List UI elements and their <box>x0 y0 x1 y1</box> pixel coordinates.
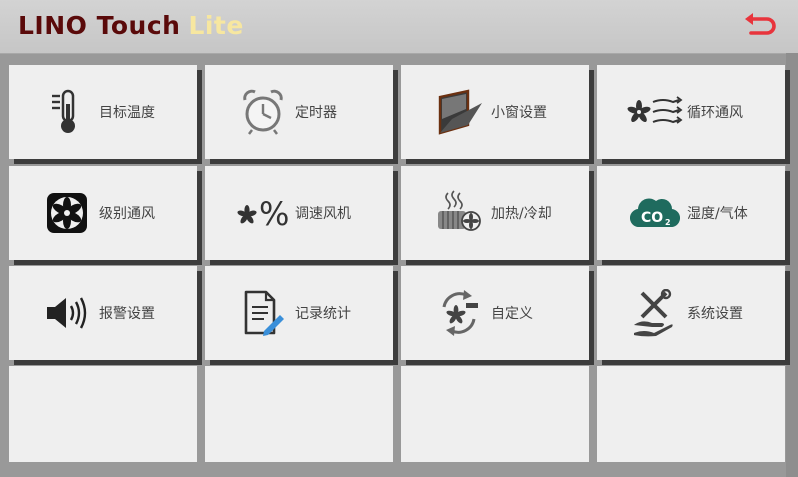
menu-item-label: 系统设置 <box>687 306 743 322</box>
menu-item-timer[interactable]: 定时器 <box>205 65 393 159</box>
back-arrow-icon <box>745 13 776 35</box>
menu-item-system-settings[interactable]: 系统设置 <box>597 266 785 360</box>
circulation-fan-icon <box>627 88 683 136</box>
co2-icon: CO 2 <box>627 189 683 237</box>
menu-item-label: 小窗设置 <box>491 105 547 121</box>
menu-item-variable-fan[interactable]: % 调速风机 <box>205 166 393 260</box>
menu-item-alarm-settings[interactable]: 报警设置 <box>9 266 197 360</box>
menu-item-label: 报警设置 <box>99 306 155 322</box>
tools-hand-icon <box>627 289 683 337</box>
menu-item-window-settings[interactable]: 小窗设置 <box>401 65 589 159</box>
back-button[interactable] <box>742 9 778 43</box>
menu-item-records-statistics[interactable]: 记录统计 <box>205 266 393 360</box>
empty-tile <box>205 366 393 462</box>
thermometer-icon <box>39 88 95 136</box>
brand-main: LINO Touch <box>18 11 181 40</box>
menu-item-label: 调速风机 <box>295 206 351 222</box>
svg-text:CO: CO <box>641 210 663 226</box>
window-icon <box>431 88 487 136</box>
menu-item-target-temperature[interactable]: 目标温度 <box>9 65 197 159</box>
svg-text:2: 2 <box>665 218 671 227</box>
menu-item-custom[interactable]: 自定义 <box>401 266 589 360</box>
menu-item-label: 湿度/气体 <box>687 206 748 222</box>
empty-tile <box>9 366 197 462</box>
heat-cool-icon <box>431 189 487 237</box>
scrollbar-track <box>786 53 798 477</box>
menu-item-heat-cool[interactable]: 加热/冷却 <box>401 166 589 260</box>
menu-item-label: 目标温度 <box>99 105 155 121</box>
menu-item-humidity-gas[interactable]: CO 2 湿度/气体 <box>597 166 785 260</box>
empty-tile <box>401 366 589 462</box>
svg-text:%: % <box>259 195 289 233</box>
menu-item-label: 自定义 <box>491 306 533 322</box>
menu-item-label: 加热/冷却 <box>491 206 552 222</box>
fan-icon <box>39 189 95 237</box>
brand-suffix: Lite <box>188 11 244 40</box>
custom-cycle-icon <box>431 289 487 337</box>
fan-speed-icon: % <box>235 189 291 237</box>
menu-item-label: 记录统计 <box>295 306 351 322</box>
menu-item-circulation-vent[interactable]: 循环通风 <box>597 65 785 159</box>
menu-item-stage-vent[interactable]: 级别通风 <box>9 166 197 260</box>
menu-item-label: 级别通风 <box>99 206 155 222</box>
title-bar: LINO Touch Lite <box>0 0 798 54</box>
speaker-icon <box>39 289 95 337</box>
alarm-clock-icon <box>235 88 291 136</box>
app-title: LINO Touch Lite <box>18 10 244 42</box>
empty-tile <box>597 366 785 462</box>
document-edit-icon <box>235 289 291 337</box>
menu-item-label: 循环通风 <box>687 105 743 121</box>
menu-item-label: 定时器 <box>295 105 337 121</box>
